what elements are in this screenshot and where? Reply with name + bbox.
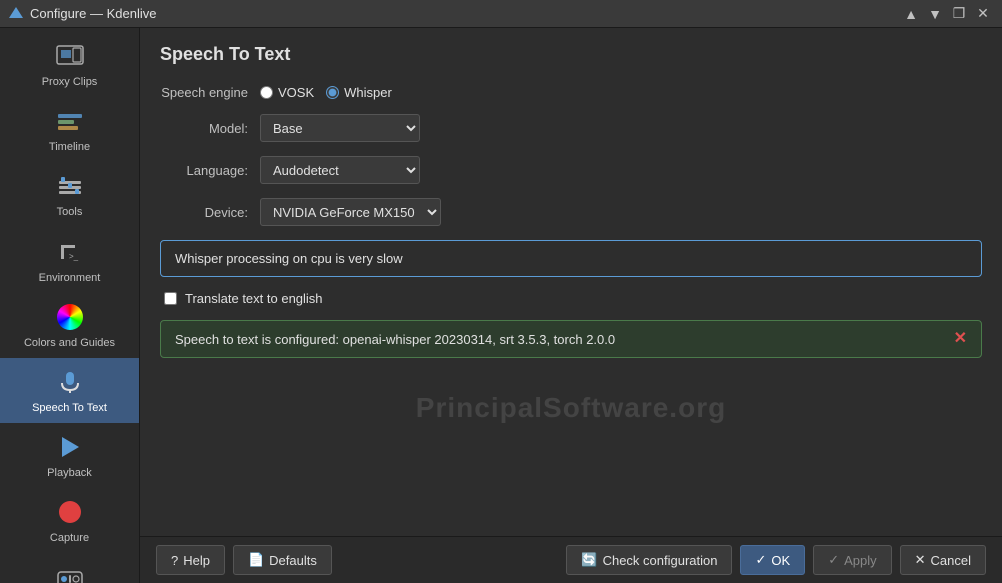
speech-engine-radio-group: VOSK Whisper [260,85,392,100]
model-select[interactable]: Tiny Base Small Medium Large [260,114,420,142]
sidebar-item-speech-to-text[interactable]: Speech To Text [0,358,139,423]
success-close-button[interactable]: ✕ [954,331,967,347]
translate-row: Translate text to english [160,291,982,306]
sidebar-item-label: Timeline [49,141,90,154]
sidebar-item-jogshuttle[interactable]: JogShuttle [0,554,139,583]
ok-button[interactable]: ✓ OK [740,545,805,575]
check-configuration-label: Check configuration [603,553,718,568]
sidebar-item-label: Colors and Guides [24,337,115,350]
success-message: Speech to text is configured: openai-whi… [175,332,615,347]
warning-message: Whisper processing on cpu is very slow [175,251,403,266]
whisper-radio-option[interactable]: Whisper [326,85,392,100]
sidebar-item-colors-and-guides[interactable]: Colors and Guides [0,293,139,358]
model-label: Model: [160,121,260,136]
environment-icon: >_ [54,236,86,268]
translate-checkbox[interactable] [164,292,177,305]
page-title: Speech To Text [160,44,982,65]
timeline-icon [54,105,86,137]
bottom-bar: ? Help 📄 Defaults 🔄 Check configuration … [140,536,1002,583]
sidebar-item-label: Proxy Clips [42,76,98,89]
sidebar: Proxy Clips Timeline [0,28,140,583]
restore-button[interactable]: ▼ [924,3,946,25]
sidebar-item-label: Capture [50,532,89,545]
colors-icon [54,301,86,333]
speech-engine-row: Speech engine VOSK Whisper [160,85,982,100]
minimize-button[interactable]: ▲ [900,3,922,25]
bottom-right-buttons: 🔄 Check configuration ✓ OK ✓ Apply ✕ Can… [566,545,986,575]
sidebar-item-timeline[interactable]: Timeline [0,97,139,162]
sidebar-item-proxy-clips[interactable]: Proxy Clips [0,32,139,97]
cancel-icon: ✕ [915,552,926,568]
window-controls: ▲ ▼ ❐ ✕ [900,3,994,25]
cancel-button[interactable]: ✕ Cancel [900,545,986,575]
content-area: Speech To Text Speech engine VOSK Whispe… [140,28,1002,583]
sidebar-item-label: Environment [39,272,101,285]
vosk-radio-option[interactable]: VOSK [260,85,314,100]
language-row: Language: Audodetect English French Germ… [160,156,982,184]
vosk-label: VOSK [278,85,314,100]
watermark: PrincipalSoftware.org [160,372,982,444]
success-box: Speech to text is configured: openai-whi… [160,320,982,358]
help-icon: ? [171,553,178,568]
apply-label: Apply [844,553,877,568]
capture-icon [54,496,86,528]
maximize-button[interactable]: ❐ [948,3,970,25]
warning-box: Whisper processing on cpu is very slow [160,240,982,277]
cancel-label: Cancel [931,553,971,568]
svg-text:>_: >_ [69,252,79,261]
defaults-label: Defaults [269,553,317,568]
check-configuration-button[interactable]: 🔄 Check configuration [566,545,732,575]
ok-label: OK [771,553,790,568]
apply-icon: ✓ [828,552,839,568]
speech-engine-label: Speech engine [160,85,260,100]
help-label: Help [183,553,210,568]
sidebar-item-label: Speech To Text [32,402,107,415]
titlebar: Configure — Kdenlive ▲ ▼ ❐ ✕ [0,0,1002,28]
jogshuttle-icon [54,562,86,583]
device-select[interactable]: CPU NVIDIA GeForce MX150 [260,198,441,226]
speech-to-text-icon [54,366,86,398]
app-icon [8,6,24,22]
ok-icon: ✓ [755,552,766,568]
sidebar-item-environment[interactable]: >_ Environment [0,228,139,293]
sidebar-item-label: Tools [57,206,83,219]
close-button[interactable]: ✕ [972,3,994,25]
sidebar-item-playback[interactable]: Playback [0,423,139,488]
tools-icon [54,170,86,202]
vosk-radio[interactable] [260,86,273,99]
defaults-button[interactable]: 📄 Defaults [233,545,332,575]
sidebar-item-label: Playback [47,467,92,480]
device-label: Device: [160,205,260,220]
whisper-label: Whisper [344,85,392,100]
model-row: Model: Tiny Base Small Medium Large [160,114,982,142]
titlebar-left: Configure — Kdenlive [8,6,156,22]
playback-icon [54,431,86,463]
language-label: Language: [160,163,260,178]
apply-button[interactable]: ✓ Apply [813,545,891,575]
bottom-left-buttons: ? Help 📄 Defaults [156,545,332,575]
window-title: Configure — Kdenlive [30,6,156,21]
whisper-radio[interactable] [326,86,339,99]
check-icon: 🔄 [581,552,597,568]
sidebar-item-capture[interactable]: Capture [0,488,139,553]
language-select[interactable]: Audodetect English French German Spanish [260,156,420,184]
content-body: Speech To Text Speech engine VOSK Whispe… [140,28,1002,536]
proxy-clips-icon [54,40,86,72]
help-button[interactable]: ? Help [156,545,225,575]
main-container: Proxy Clips Timeline [0,28,1002,583]
sidebar-item-tools[interactable]: Tools [0,162,139,227]
defaults-icon: 📄 [248,552,264,568]
translate-label: Translate text to english [185,291,323,306]
device-row: Device: CPU NVIDIA GeForce MX150 [160,198,982,226]
